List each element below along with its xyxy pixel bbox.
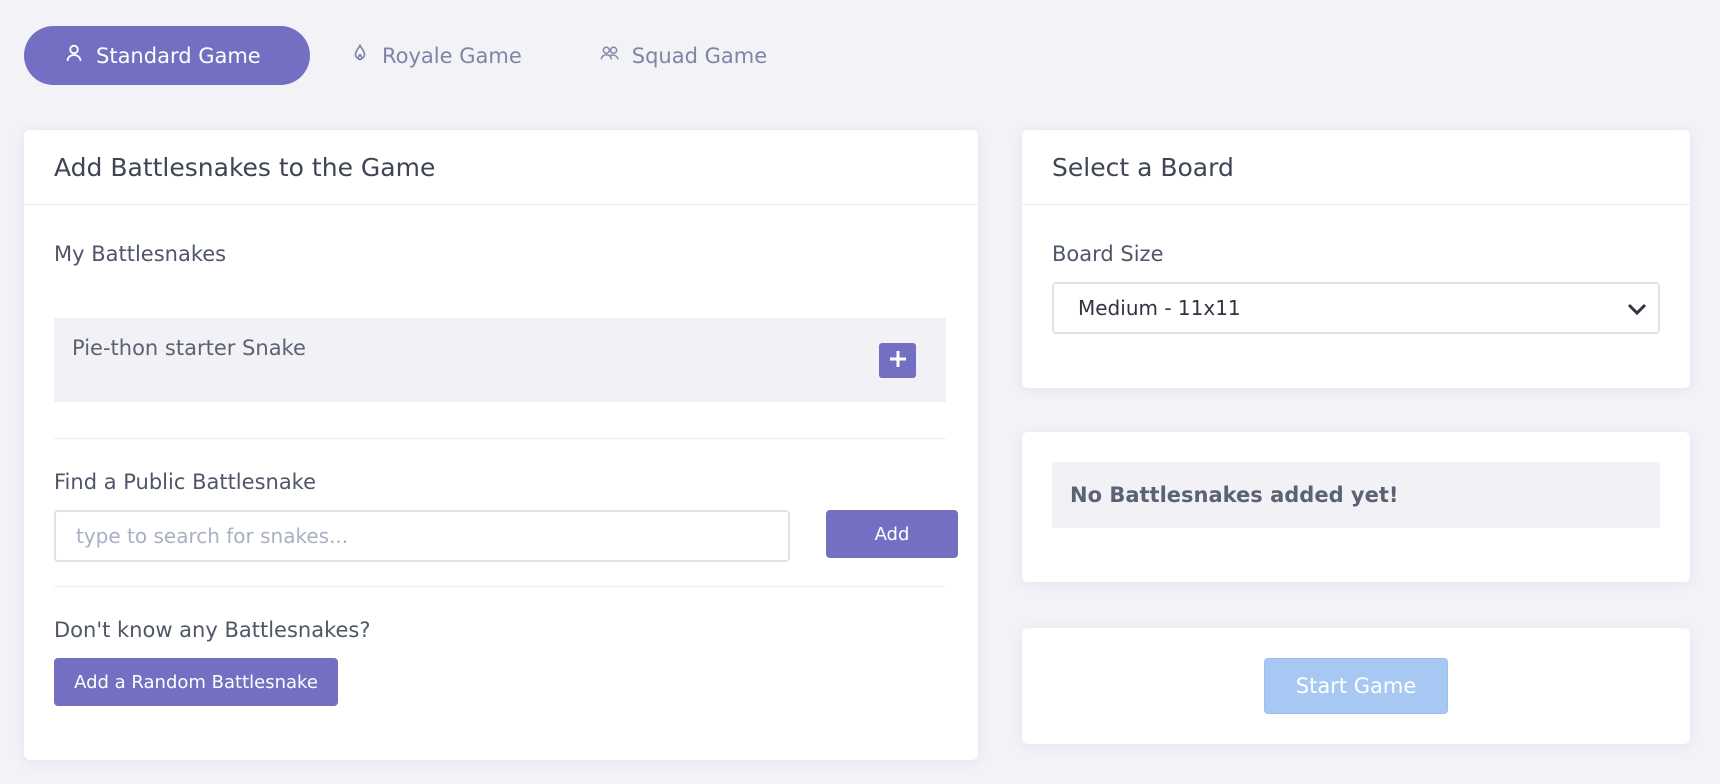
tab-label: Squad Game <box>631 43 768 68</box>
tab-standard-game[interactable]: Standard Game <box>24 26 310 85</box>
group-icon <box>600 43 620 68</box>
select-value: Medium - 11x11 <box>1078 296 1241 320</box>
tab-squad-game[interactable]: Squad Game <box>560 26 805 85</box>
find-public-heading: Find a Public Battlesnake <box>54 470 317 494</box>
tab-royale-game[interactable]: Royale Game <box>310 26 560 85</box>
snake-name: Pie-thon starter Snake <box>72 336 306 360</box>
card-title: Select a Board <box>1022 130 1690 205</box>
my-battlesnakes-heading: My Battlesnakes <box>54 242 227 266</box>
random-prompt: Don't know any Battlesnakes? <box>54 618 371 642</box>
board-size-select[interactable]: Medium - 11x11 <box>1052 282 1660 334</box>
tab-label: Standard Game <box>96 43 261 68</box>
select-board-card: Select a Board Board Size Medium - 11x11 <box>1022 130 1690 388</box>
plus-icon <box>888 349 908 373</box>
tab-label: Royale Game <box>382 43 522 68</box>
card-title: Add Battlesnakes to the Game <box>24 130 978 205</box>
person-icon <box>64 43 84 68</box>
add-random-button[interactable]: Add a Random Battlesnake <box>54 658 338 706</box>
flame-icon <box>350 43 370 68</box>
board-size-label: Board Size <box>1052 242 1164 266</box>
status-card: No Battlesnakes added yet! <box>1022 432 1690 582</box>
start-card: Start Game <box>1022 628 1690 744</box>
empty-state: No Battlesnakes added yet! <box>1052 462 1660 528</box>
chevron-down-icon <box>1626 298 1648 325</box>
divider <box>54 438 946 439</box>
add-button[interactable]: Add <box>826 510 958 558</box>
search-input[interactable] <box>54 510 790 562</box>
add-snake-button[interactable] <box>879 343 916 378</box>
game-mode-tabs: Standard Game Royale Game Squad Game <box>24 26 805 85</box>
add-battlesnakes-card: Add Battlesnakes to the Game My Battlesn… <box>24 130 978 760</box>
start-game-button[interactable]: Start Game <box>1264 658 1448 714</box>
divider <box>54 586 946 587</box>
list-item: Pie-thon starter Snake <box>54 318 946 402</box>
